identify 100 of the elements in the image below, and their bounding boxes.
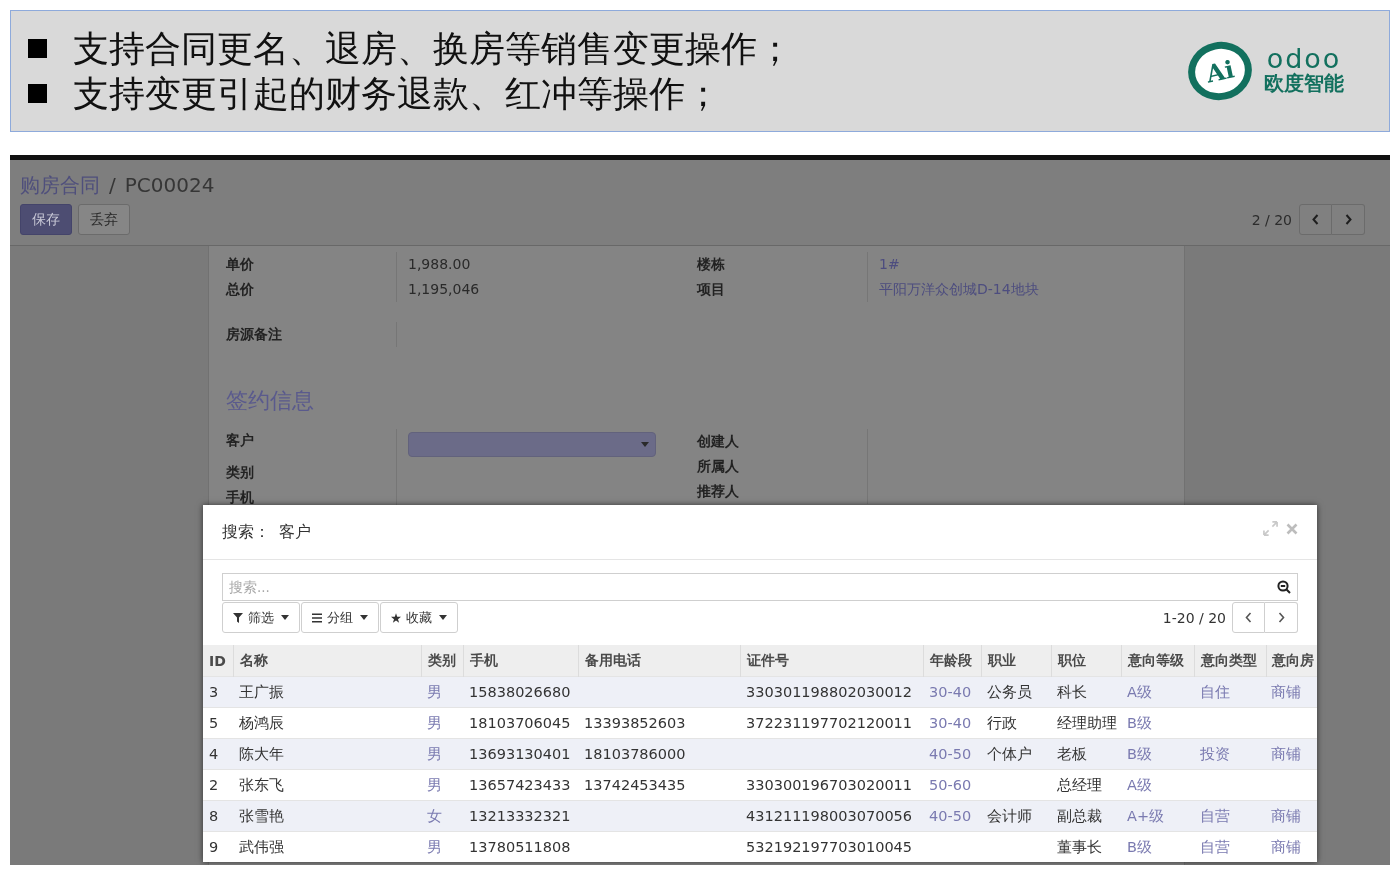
- table-cell: 男: [427, 838, 442, 855]
- field-label: 项目: [697, 281, 725, 297]
- breadcrumb-current: PC00024: [124, 173, 215, 197]
- field-label: 类别: [226, 464, 254, 480]
- column-header[interactable]: 类别: [421, 645, 463, 677]
- table-cell: 9: [209, 839, 219, 855]
- column-header[interactable]: ID: [203, 645, 233, 677]
- expand-icon[interactable]: [1263, 521, 1278, 536]
- table-cell: 科长: [1057, 683, 1087, 700]
- field-label: 创建人: [697, 433, 739, 449]
- chevron-right-icon: [1344, 214, 1352, 225]
- table-cell: B级: [1127, 838, 1152, 855]
- table-cell: 13657423433: [469, 777, 571, 793]
- pager-text: 1-20 / 20: [1162, 609, 1226, 626]
- dialog-subject: 客户: [279, 521, 311, 543]
- table-cell: 男: [427, 683, 442, 700]
- column-header[interactable]: 手机: [463, 645, 578, 677]
- table-cell: 女: [427, 807, 442, 824]
- column-header[interactable]: 证件号: [740, 645, 923, 677]
- table-cell: 3: [209, 684, 219, 700]
- table-cell: 经理助理: [1057, 714, 1117, 731]
- star-icon: [391, 612, 401, 623]
- table-cell: 副总裁: [1057, 807, 1102, 824]
- field-label: 房源备注: [226, 326, 282, 342]
- breadcrumb-separator: /: [109, 173, 116, 197]
- column-header[interactable]: 意向等级: [1121, 645, 1194, 677]
- table-cell: 15838026680: [469, 684, 571, 700]
- next-button[interactable]: [1332, 204, 1365, 235]
- table-cell: 13393852603: [584, 715, 686, 731]
- square-bullet-icon: [28, 84, 47, 103]
- table-cell: 自营: [1200, 838, 1230, 855]
- table-cell: 武伟强: [239, 838, 284, 855]
- select-field[interactable]: [408, 432, 656, 457]
- table-cell: 372231197702120011: [746, 715, 913, 731]
- square-bullet-icon: [28, 39, 47, 58]
- column-header[interactable]: 年龄段: [923, 645, 981, 677]
- table-cell: 商铺: [1271, 745, 1301, 762]
- table-cell: 商铺: [1271, 683, 1301, 700]
- table-cell: A+级: [1127, 807, 1165, 824]
- bullet-text: 支持合同更名、退房、换房等销售变更操作；: [73, 27, 793, 70]
- caret-icon: [641, 442, 649, 447]
- table-cell: 40-50: [929, 746, 972, 762]
- table-cell: 王广振: [239, 683, 284, 700]
- filter-dropdown-button[interactable]: 筛选: [222, 602, 300, 633]
- bullet-text: 支持变更引起的财务退款、红冲等操作；: [73, 72, 721, 115]
- column-header[interactable]: 名称: [233, 645, 421, 677]
- column-header[interactable]: 职位: [1051, 645, 1121, 677]
- table-cell: A级: [1127, 683, 1152, 700]
- column-header[interactable]: 备用电话: [578, 645, 740, 677]
- column-header[interactable]: 意向类型: [1194, 645, 1266, 677]
- table-row[interactable]: 2 张东飞 男 13657423433 13742453435 330300196703020011 50-60 总经理 A级: [203, 769, 1317, 801]
- chevron-left-icon: [1245, 612, 1252, 623]
- field-label: 总价: [226, 281, 254, 297]
- save-button[interactable]: 保存: [20, 204, 72, 235]
- caret-icon: [281, 615, 289, 620]
- table-cell: 会计师: [987, 807, 1032, 824]
- table-row[interactable]: 4 陈大年 男 13693130401 18103786000 40-50 个体户 老板 B级 投资 商铺: [203, 738, 1317, 770]
- table-cell: 商铺: [1271, 838, 1301, 855]
- close-icon[interactable]: [1286, 522, 1298, 535]
- table-cell: 13742453435: [584, 777, 686, 793]
- table-cell: 13213332321: [469, 808, 571, 824]
- caret-icon: [360, 615, 368, 620]
- column-header[interactable]: 职业: [981, 645, 1051, 677]
- table-cell: 总经理: [1057, 776, 1102, 793]
- table-row[interactable]: 9 武伟强 男 13780511808 532192197703010045 董事长 B级 自营 商铺: [203, 831, 1317, 862]
- filter-dropdown-button[interactable]: 分组: [301, 602, 379, 633]
- table-cell: 自住: [1200, 683, 1230, 700]
- table-cell: 老板: [1057, 745, 1087, 762]
- table-cell: 陈大年: [239, 745, 284, 762]
- table-cell: 330301198802030012: [746, 684, 913, 700]
- filter-dropdown-button[interactable]: 收藏: [380, 602, 458, 633]
- table-cell: 13693130401: [469, 746, 571, 762]
- table-row[interactable]: 3 王广振 男 15838026680 330301198802030012 30-40 公务员 科长 A级 自住 商铺: [203, 676, 1317, 708]
- field-label: 楼栋: [697, 256, 725, 272]
- search-field[interactable]: 搜索...: [222, 573, 1298, 601]
- table-cell: 杨鸿辰: [239, 714, 284, 731]
- search-icon[interactable]: [1277, 580, 1291, 594]
- field-label: 所属人: [697, 458, 739, 474]
- table-row[interactable]: 5 杨鸿辰 男 18103706045 13393852603 372231197702120011 30-40 行政 经理助理 B级: [203, 707, 1317, 739]
- bars-icon: [312, 612, 322, 623]
- table-cell: 个体户: [987, 745, 1032, 762]
- table-cell: 431211198003070056: [746, 808, 913, 824]
- field-label: 客户: [226, 433, 254, 448]
- table-cell: B级: [1127, 714, 1152, 731]
- table-cell: 30-40: [929, 684, 972, 700]
- logo-name: 欧度智能: [1264, 71, 1344, 95]
- table-cell: 自营: [1200, 807, 1230, 824]
- field-label: 单价: [226, 256, 254, 272]
- caret-icon: [439, 615, 447, 620]
- table-cell: 5: [209, 715, 219, 731]
- column-header[interactable]: 意向房: [1266, 645, 1317, 677]
- table-cell: 2: [209, 777, 219, 793]
- table-cell: 8: [209, 808, 219, 824]
- table-cell: 4: [209, 746, 219, 762]
- previous-button[interactable]: [1299, 204, 1332, 235]
- table-row[interactable]: 8 张雪艳 女 13213332321 431211198003070056 40-50 会计师 副总裁 A+级 自营 商铺: [203, 800, 1317, 832]
- pager-text: 2 / 20: [1251, 211, 1292, 228]
- table-cell: 40-50: [929, 808, 972, 824]
- discard-button[interactable]: 丢弃: [78, 204, 130, 235]
- table-cell: 男: [427, 776, 442, 793]
